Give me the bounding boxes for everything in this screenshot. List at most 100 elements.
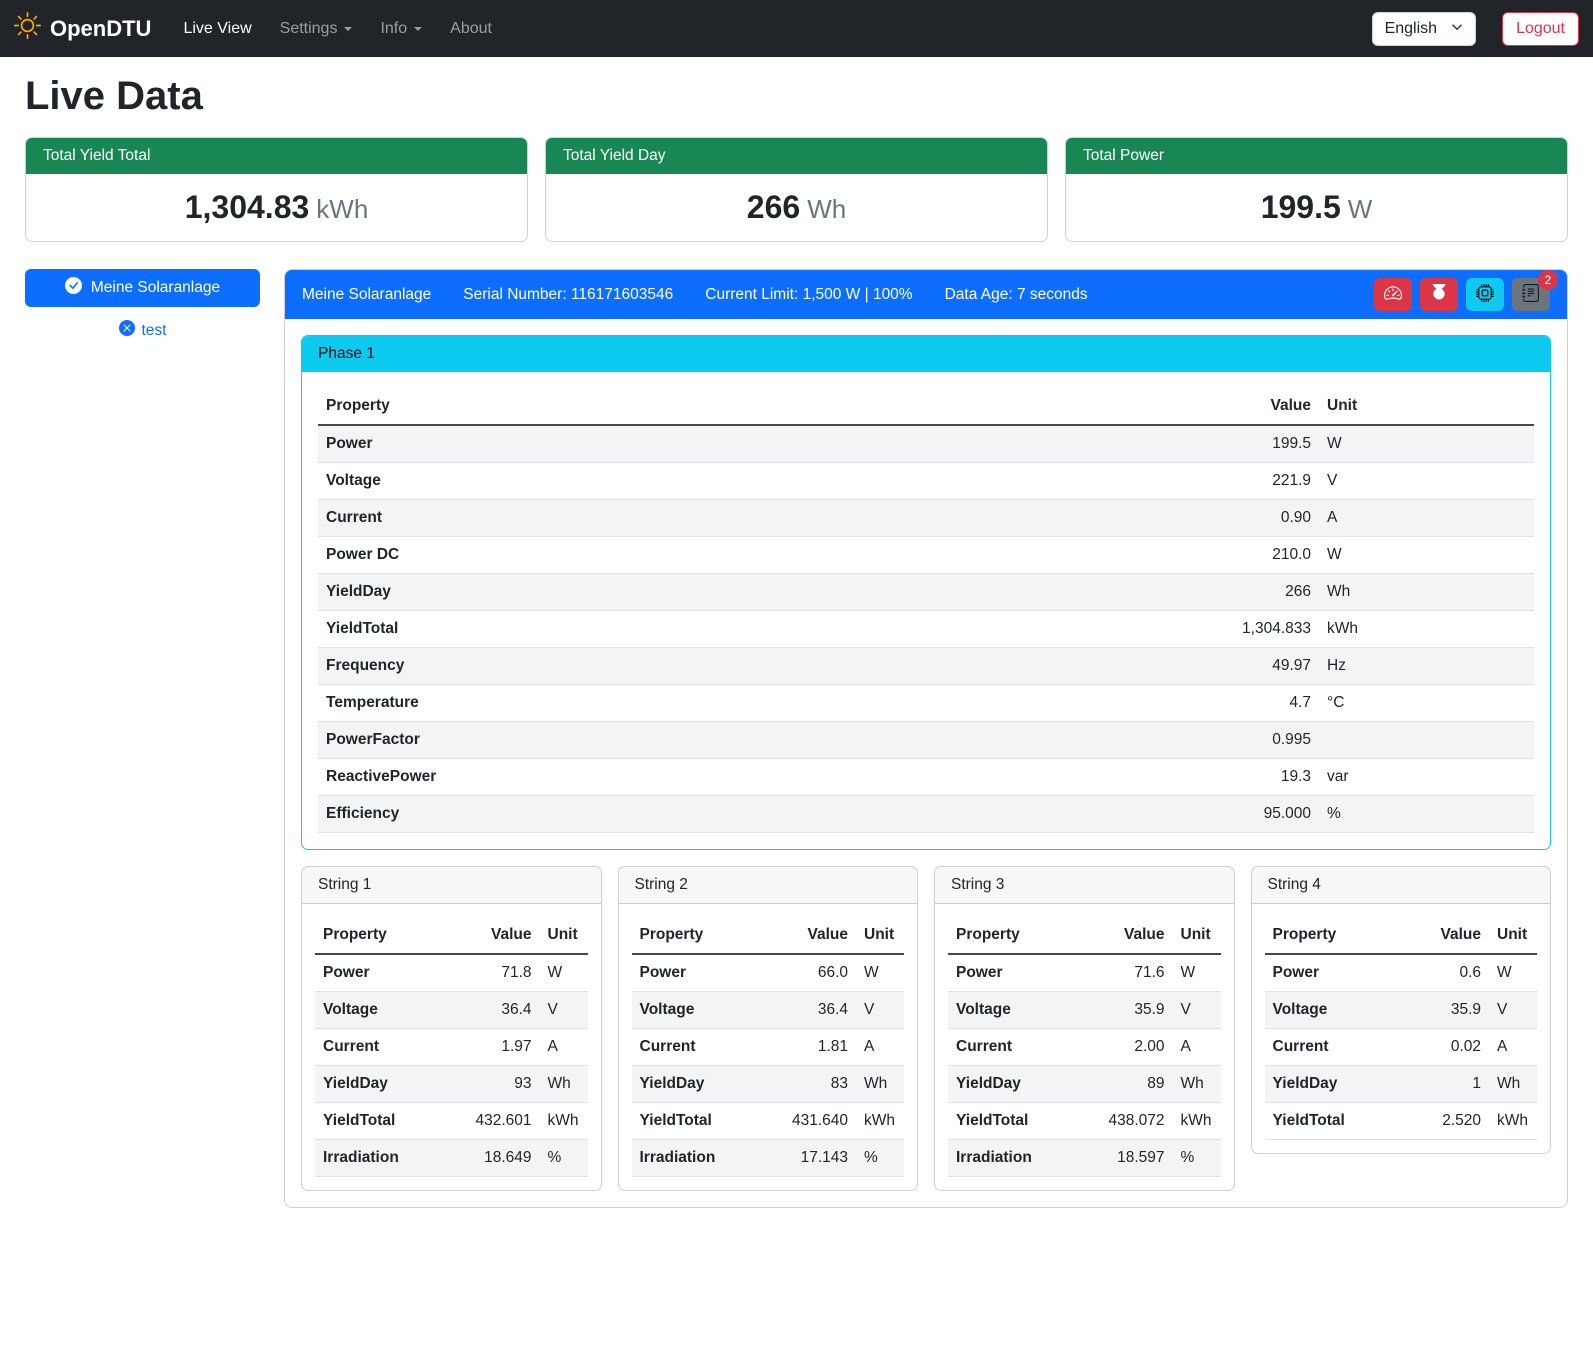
- unit-cell: V: [540, 992, 588, 1029]
- column-header-value: Value: [771, 917, 856, 954]
- property-cell: YieldTotal: [315, 1103, 455, 1140]
- unit-cell: A: [1319, 500, 1534, 537]
- unit-cell: Wh: [540, 1066, 588, 1103]
- table-row: Current0.02A: [1265, 1029, 1538, 1066]
- table-row: Voltage35.9V: [948, 992, 1221, 1029]
- value-cell: 0.02: [1404, 1029, 1489, 1066]
- value-cell: 0.90: [1199, 500, 1319, 537]
- unit-cell: W: [1319, 425, 1534, 463]
- property-cell: Temperature: [318, 685, 1199, 722]
- column-header-property: Property: [318, 388, 1199, 425]
- nav-item-about[interactable]: About: [438, 12, 504, 46]
- chevron-down-icon: [1451, 20, 1463, 38]
- property-cell: Current: [318, 500, 1199, 537]
- table-row: YieldTotal1,304.833kWh: [318, 611, 1534, 648]
- table-header-row: Property Value Unit: [1265, 917, 1538, 954]
- property-cell: YieldDay: [315, 1066, 455, 1103]
- phase-card: Phase 1 Property Value Unit: [301, 335, 1551, 850]
- table-row: YieldDay83Wh: [632, 1066, 905, 1103]
- table-row: PowerFactor0.995: [318, 722, 1534, 759]
- page-title: Live Data: [25, 74, 1568, 119]
- value-cell: 438.072: [1088, 1103, 1173, 1140]
- summary-card-body: 266Wh: [546, 174, 1047, 241]
- unit-cell: W: [1319, 537, 1534, 574]
- string-card-title: String 2: [619, 867, 918, 904]
- column-header-value: Value: [1199, 388, 1319, 425]
- unit-cell: W: [1489, 954, 1537, 992]
- nav-item-label: Live View: [183, 20, 251, 38]
- table-header-row: Property Value Unit: [948, 917, 1221, 954]
- inverter-panel: Meine Solaranlage Serial Number: 1161716…: [284, 269, 1568, 1208]
- power-toggle-button[interactable]: [1420, 278, 1458, 311]
- inverter-card-header: Meine Solaranlage Serial Number: 1161716…: [285, 270, 1567, 319]
- unit-cell: kWh: [540, 1103, 588, 1140]
- table-row: Power71.8W: [315, 954, 588, 992]
- unit-cell: V: [1319, 463, 1534, 500]
- property-cell: Irradiation: [948, 1140, 1088, 1177]
- property-cell: Power DC: [318, 537, 1199, 574]
- summary-card-total-yield-day: Total Yield Day 266Wh: [545, 137, 1048, 242]
- limit-settings-button[interactable]: [1374, 278, 1412, 311]
- table-row: YieldTotal432.601kWh: [315, 1103, 588, 1140]
- inverter-select-button[interactable]: Meine Solaranlage: [25, 269, 260, 307]
- unit-cell: °C: [1319, 685, 1534, 722]
- property-cell: Voltage: [318, 463, 1199, 500]
- value-cell: 2.520: [1404, 1103, 1489, 1140]
- table-row: Power0.6W: [1265, 954, 1538, 992]
- property-cell: YieldDay: [1265, 1066, 1405, 1103]
- value-cell: 36.4: [771, 992, 856, 1029]
- table-row: Frequency49.97Hz: [318, 648, 1534, 685]
- unit-cell: kWh: [1319, 611, 1534, 648]
- language-select[interactable]: English: [1372, 12, 1476, 46]
- value-cell: 0.995: [1199, 722, 1319, 759]
- value-cell: 432.601: [455, 1103, 540, 1140]
- brand[interactable]: OpenDTU: [14, 12, 151, 45]
- table-row: YieldDay1Wh: [1265, 1066, 1538, 1103]
- inverter-actions: 2: [1374, 278, 1550, 311]
- summary-card-total-yield-total: Total Yield Total 1,304.83kWh: [25, 137, 528, 242]
- table-header-row: Property Value Unit: [318, 388, 1534, 425]
- inverter-card-body: Phase 1 Property Value Unit: [285, 319, 1567, 1207]
- value-cell: 49.97: [1199, 648, 1319, 685]
- string-card-2: String 2 Property Value Unit: [618, 866, 919, 1191]
- top-navbar: OpenDTU Live View Settings Info About En…: [0, 0, 1593, 57]
- nav-item-live-view[interactable]: Live View: [171, 12, 263, 46]
- inverter-item-test[interactable]: test: [25, 320, 260, 341]
- string-card-body: Property Value Unit Power0.6WVoltage35.9…: [1252, 904, 1551, 1153]
- nav-item-info[interactable]: Info: [368, 12, 434, 46]
- property-cell: Voltage: [632, 992, 772, 1029]
- table-row: Efficiency95.000%: [318, 796, 1534, 833]
- value-cell: 1.97: [455, 1029, 540, 1066]
- unit-cell: Hz: [1319, 648, 1534, 685]
- value-cell: 95.000: [1199, 796, 1319, 833]
- value-cell: 36.4: [455, 992, 540, 1029]
- unit-cell: A: [1173, 1029, 1221, 1066]
- unit-cell: W: [1173, 954, 1221, 992]
- unit-cell: W: [856, 954, 904, 992]
- table-row: Power199.5W: [318, 425, 1534, 463]
- value-cell: 1: [1404, 1066, 1489, 1103]
- string-card-1: String 1 Property Value Unit: [301, 866, 602, 1191]
- value-cell: 93: [455, 1066, 540, 1103]
- summary-card-unit: W: [1348, 194, 1373, 224]
- table-row: ReactivePower19.3var: [318, 759, 1534, 796]
- table-row: YieldTotal431.640kWh: [632, 1103, 905, 1140]
- value-cell: 2.00: [1088, 1029, 1173, 1066]
- inverter-limit: Current Limit: 1,500 W | 100%: [705, 286, 912, 304]
- value-cell: 35.9: [1088, 992, 1173, 1029]
- unit-cell: var: [1319, 759, 1534, 796]
- table-row: Current0.90A: [318, 500, 1534, 537]
- column-header-property: Property: [632, 917, 772, 954]
- logout-button[interactable]: Logout: [1502, 12, 1579, 46]
- device-info-button[interactable]: [1466, 278, 1504, 311]
- table-row: Power71.6W: [948, 954, 1221, 992]
- table-row: Irradiation18.597%: [948, 1140, 1221, 1177]
- unit-cell: V: [856, 992, 904, 1029]
- summary-card-title: Total Yield Total: [26, 138, 527, 174]
- table-header-row: Property Value Unit: [632, 917, 905, 954]
- nav-item-settings[interactable]: Settings: [268, 12, 365, 46]
- property-cell: Power: [632, 954, 772, 992]
- event-log-button[interactable]: 2: [1512, 278, 1550, 311]
- property-cell: Irradiation: [632, 1140, 772, 1177]
- nav-item-label: Info: [380, 20, 407, 38]
